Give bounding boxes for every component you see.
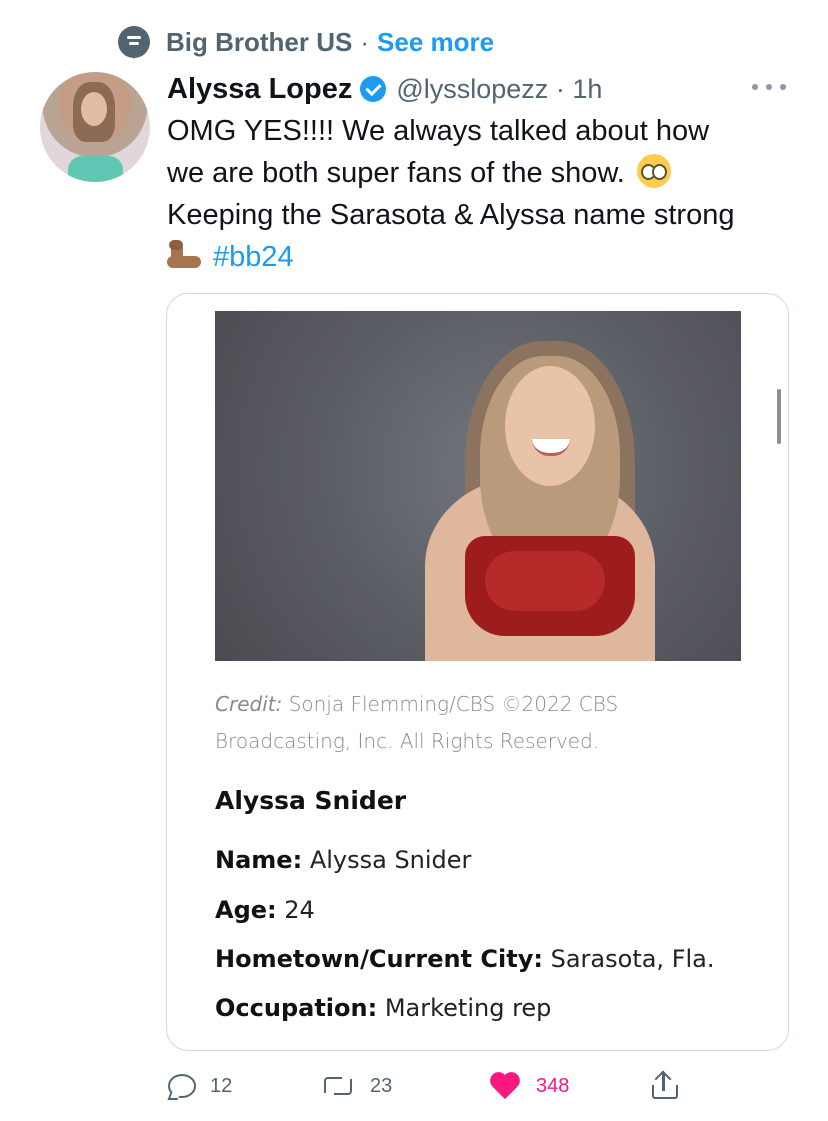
handle-text: @lysslopezz xyxy=(396,73,549,104)
more-icon[interactable] xyxy=(752,82,786,92)
credit-label: Credit: xyxy=(215,692,283,716)
share-icon xyxy=(650,1070,678,1101)
action-bar: 12 23 348 xyxy=(166,1066,686,1106)
credit-line-1: Sonja Flemming/CBS ©2022 CBS xyxy=(288,692,619,716)
author-handle[interactable]: @lysslopezz · 1h xyxy=(396,74,602,105)
reply-count: 12 xyxy=(210,1074,233,1097)
tweet-line-1: OMG YES!!!! We always talked about how xyxy=(167,115,710,147)
field-label: Occupation: xyxy=(215,994,378,1022)
field-value: Alyssa Snider xyxy=(309,846,472,874)
field-label: Hometown/Current City: xyxy=(215,945,543,973)
field-value: Marketing rep xyxy=(384,994,552,1022)
share-button[interactable] xyxy=(650,1066,678,1106)
photo-credit: Credit: Sonja Flemming/CBS ©2022 CBS Bro… xyxy=(215,686,735,760)
tweet-line-2: we are both super fans of the show. xyxy=(167,157,625,189)
author-line: Alyssa Lopez @lysslopezz · 1h xyxy=(167,68,602,110)
field-value: Sarasota, Fla. xyxy=(550,945,715,973)
time-separator: · xyxy=(555,73,565,104)
field-age: Age: 24 xyxy=(215,896,315,924)
like-button[interactable]: 348 xyxy=(488,1066,569,1106)
topic-icon xyxy=(118,26,150,59)
avatar[interactable] xyxy=(40,72,150,182)
credit-line-2: Broadcasting, Inc. All Rights Reserved. xyxy=(215,729,600,753)
hashtag-link[interactable]: #bb24 xyxy=(213,241,294,273)
topic-header: Big Brother US · See more xyxy=(118,22,494,62)
reply-icon xyxy=(166,1073,196,1099)
card-title: Alyssa Snider xyxy=(215,786,407,815)
tweet-text: OMG YES!!!! We always talked about how w… xyxy=(167,110,807,278)
tweet-line-3: Keeping the Sarasota & Alyssa name stron… xyxy=(167,199,735,231)
topic-label[interactable]: Big Brother US xyxy=(166,27,352,58)
retweet-button[interactable]: 23 xyxy=(320,1066,392,1106)
tweet-time[interactable]: 1h xyxy=(572,74,602,104)
tweet-line-4: #bb24 xyxy=(167,236,807,278)
field-label: Name: xyxy=(215,846,303,874)
see-more-link[interactable]: See more xyxy=(377,27,494,58)
field-occupation: Occupation: Marketing rep xyxy=(215,994,551,1022)
like-icon xyxy=(488,1071,522,1101)
verified-icon xyxy=(360,76,387,102)
field-value: 24 xyxy=(284,896,315,924)
embedded-card[interactable]: Credit: Sonja Flemming/CBS ©2022 CBS Bro… xyxy=(166,293,789,1051)
field-name: Name: Alyssa Snider xyxy=(215,846,471,874)
retweet-icon xyxy=(320,1073,356,1099)
retweet-count: 23 xyxy=(370,1074,393,1097)
author-name[interactable]: Alyssa Lopez xyxy=(167,73,352,106)
field-label: Age: xyxy=(215,896,277,924)
contestant-photo xyxy=(215,311,741,661)
tweet-line-2-wrap: we are both super fans of the show. xyxy=(167,152,807,194)
flexed-biceps-emoji xyxy=(167,240,203,270)
field-hometown: Hometown/Current City: Sarasota, Fla. xyxy=(215,945,715,973)
pleading-face-emoji xyxy=(636,154,671,188)
topic-separator: · xyxy=(360,26,370,57)
like-count: 348 xyxy=(536,1074,570,1097)
scrollbar[interactable] xyxy=(777,389,781,444)
reply-button[interactable]: 12 xyxy=(166,1066,232,1106)
